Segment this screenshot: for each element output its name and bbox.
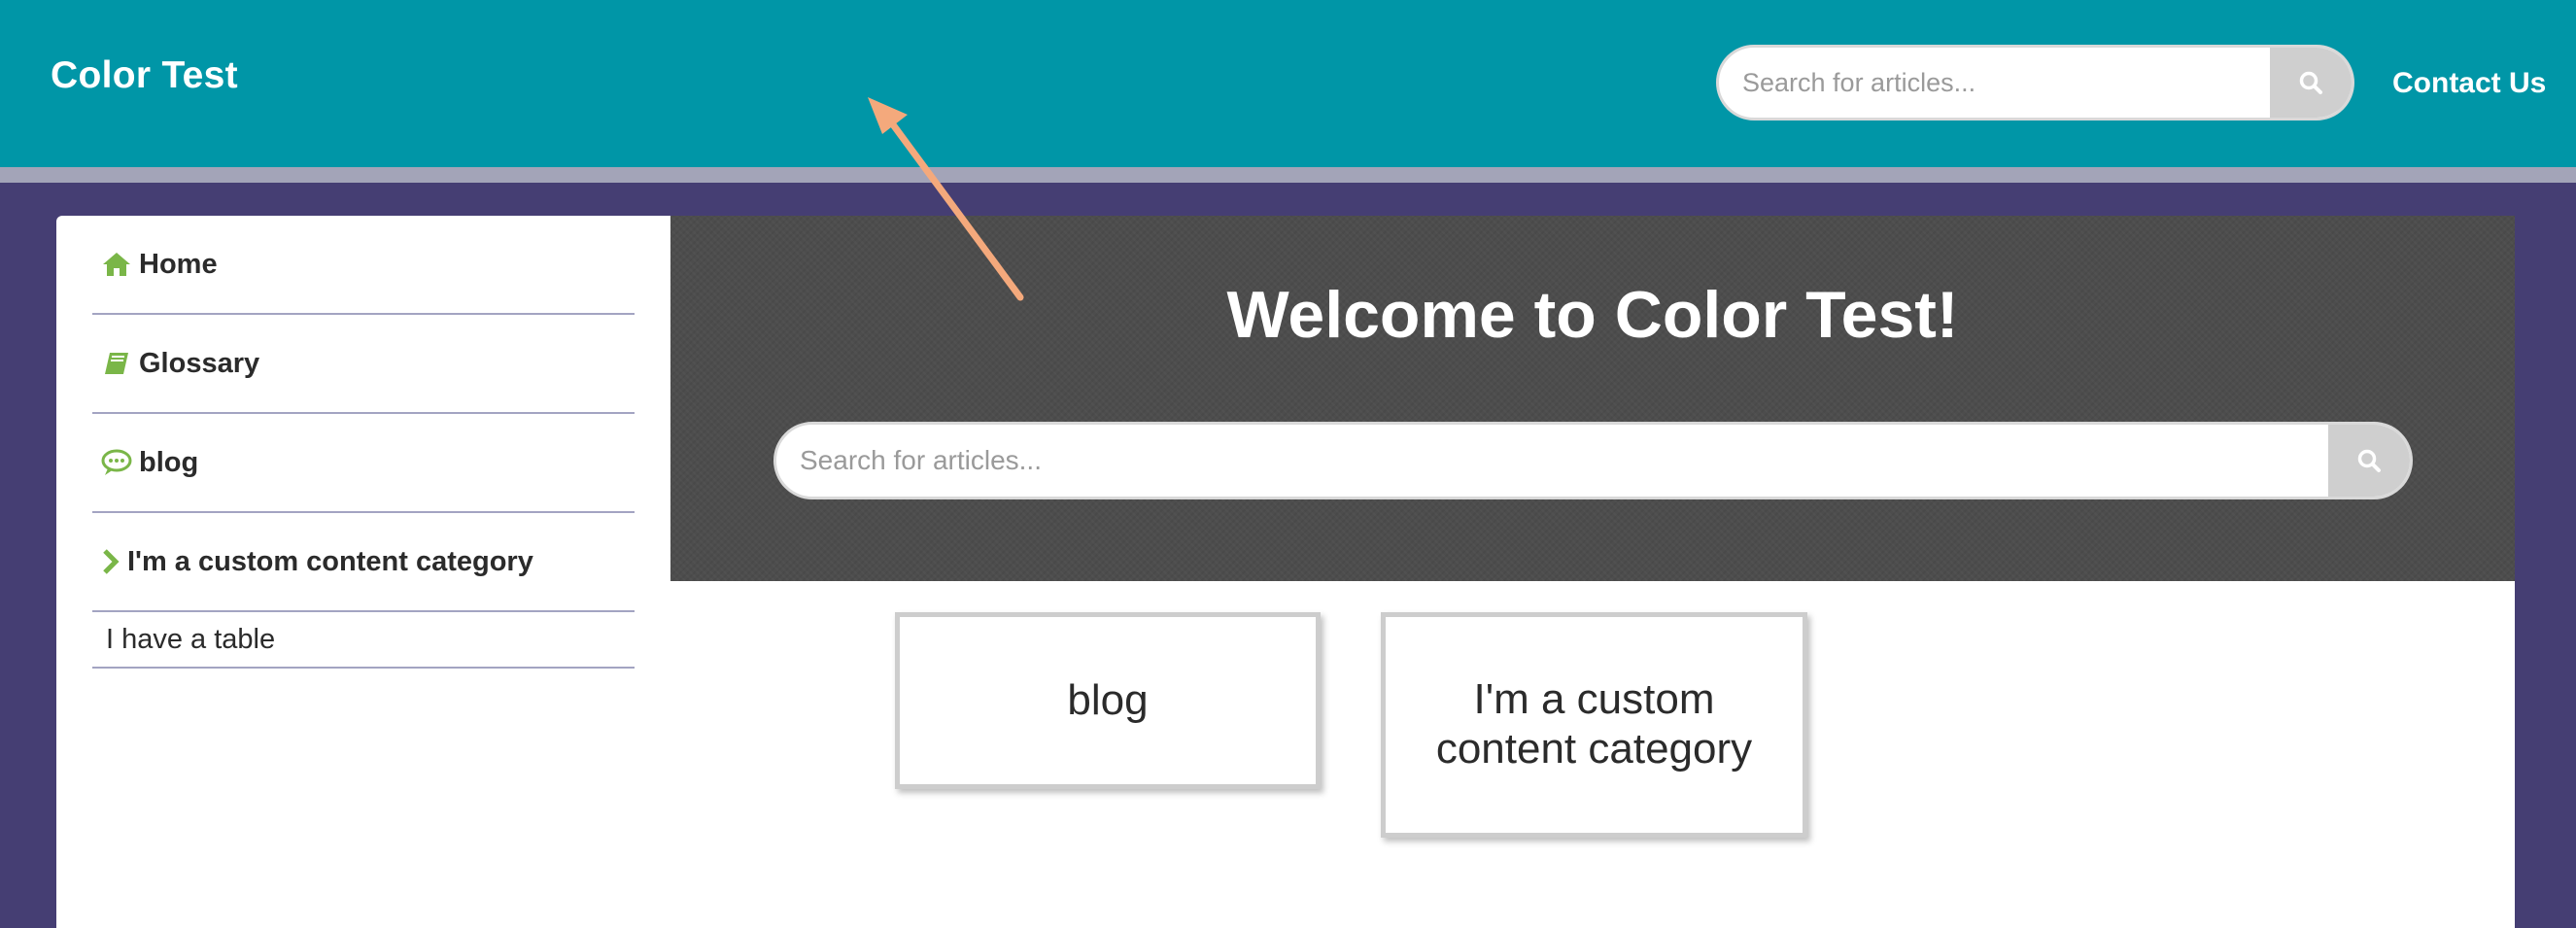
header-search-input[interactable]: [1719, 48, 2273, 118]
sidebar-item-glossary[interactable]: Glossary: [92, 315, 635, 414]
hero-title: Welcome to Color Test!: [1226, 278, 1959, 352]
sidebar-item-label: Home: [139, 248, 218, 280]
sidebar-item-label: Glossary: [139, 347, 260, 379]
site-title[interactable]: Color Test: [51, 56, 238, 94]
hero-search-box: [773, 422, 2413, 499]
speech-bubble-icon: [100, 446, 133, 479]
sidebar-item-blog[interactable]: blog: [92, 414, 635, 513]
category-tile-label: blog: [1067, 675, 1149, 724]
header-divider: [0, 167, 2576, 183]
sidebar-item-custom-category[interactable]: I'm a custom content category: [92, 513, 635, 612]
top-header: Color Test Contact Us: [0, 0, 2576, 167]
sidebar-item-home[interactable]: Home: [92, 216, 635, 315]
category-tile-custom[interactable]: I'm a custom content category: [1381, 612, 1807, 838]
category-tile-label: I'm a custom content category: [1435, 675, 1753, 773]
contact-us-link[interactable]: Contact Us: [2392, 69, 2546, 98]
header-search-button[interactable]: [2270, 48, 2352, 118]
header-search-box: [1716, 45, 2354, 120]
search-icon: [2357, 449, 2381, 472]
hero-banner: Welcome to Color Test!: [670, 216, 2515, 581]
hero-search-input[interactable]: [776, 425, 2331, 497]
home-icon: [100, 248, 133, 281]
sidebar-nav: Home Glossary blog I'm a custom content …: [92, 216, 635, 669]
chevron-right-icon: [100, 545, 121, 578]
category-tile-blog[interactable]: blog: [895, 612, 1321, 789]
book-icon: [100, 347, 133, 380]
hero-search-button[interactable]: [2328, 425, 2410, 497]
search-icon: [2299, 71, 2322, 94]
sidebar-item-label: I'm a custom content category: [127, 545, 533, 577]
sidebar-item-label: blog: [139, 446, 199, 478]
sidebar-subitem-table[interactable]: I have a table: [92, 612, 635, 669]
